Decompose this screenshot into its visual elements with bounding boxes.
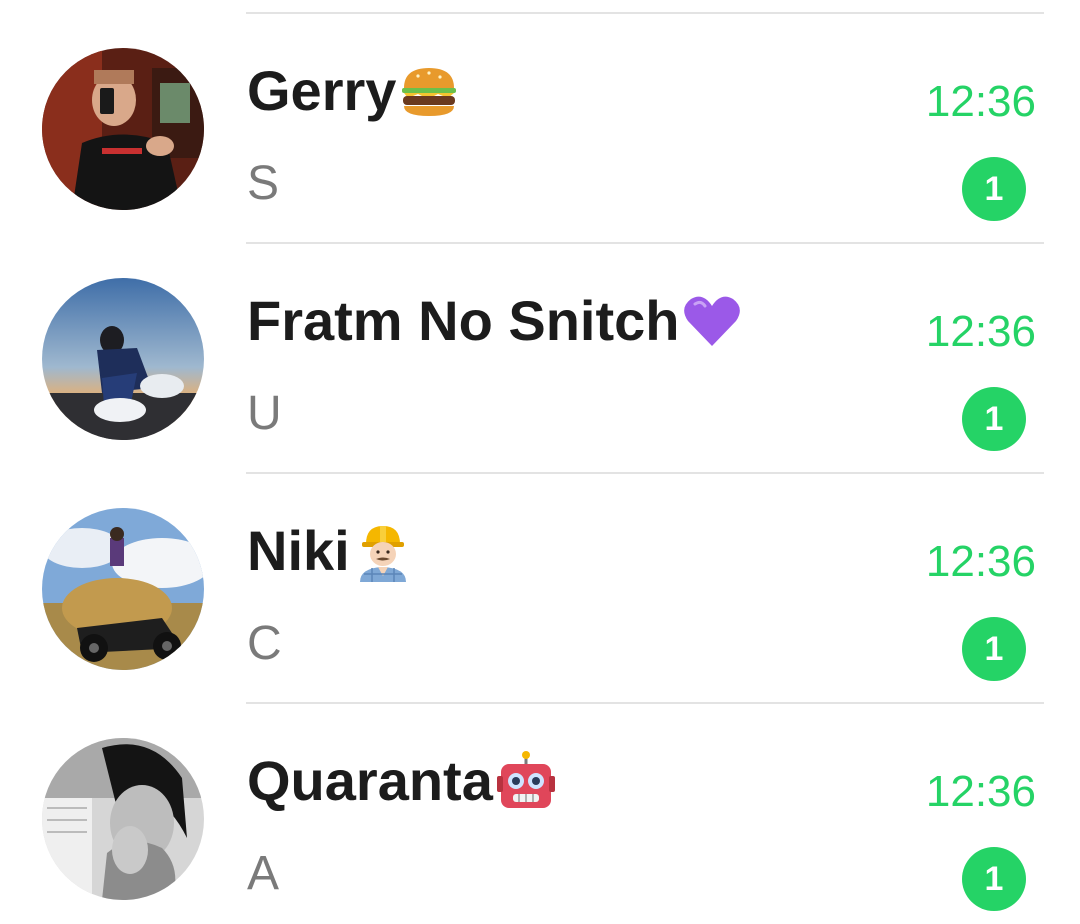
purple-heart-icon xyxy=(681,290,743,352)
chat-name: Fratm No Snitch xyxy=(247,288,743,354)
avatar-photo xyxy=(42,48,204,210)
robot-icon xyxy=(495,750,557,812)
unread-badge: 1 xyxy=(962,847,1026,911)
unread-badge: 1 xyxy=(962,387,1026,451)
avatar-photo xyxy=(42,738,204,900)
chat-name: Quaranta xyxy=(247,748,557,814)
chat-row-fratm-no-snitch[interactable]: Fratm No Snitch U 12:36 1 xyxy=(0,244,1080,474)
message-preview: S xyxy=(247,157,280,210)
chat-name-text: Quaranta xyxy=(247,749,493,812)
chat-name-text: Gerry xyxy=(247,59,397,122)
unread-badge: 1 xyxy=(962,157,1026,221)
avatar[interactable] xyxy=(42,738,204,900)
chat-row-gerry[interactable]: Gerry S 12:36 1 xyxy=(0,14,1080,244)
avatar-photo xyxy=(42,508,204,670)
construction-worker-icon xyxy=(352,520,414,582)
message-preview: A xyxy=(247,847,280,900)
unread-badge: 1 xyxy=(962,617,1026,681)
message-preview: U xyxy=(247,387,282,440)
avatar[interactable] xyxy=(42,278,204,440)
message-time: 12:36 xyxy=(925,307,1036,356)
message-time: 12:36 xyxy=(925,537,1036,586)
avatar[interactable] xyxy=(42,48,204,210)
chat-name: Niki xyxy=(247,518,414,584)
chat-row-niki[interactable]: Niki C 12:36 1 xyxy=(0,474,1080,704)
avatar[interactable] xyxy=(42,508,204,670)
message-time: 12:36 xyxy=(925,77,1036,126)
chat-list: Gerry S 12:36 1 Fratm No Snitch U 12:36 … xyxy=(0,0,1080,924)
chat-row-quaranta[interactable]: Quaranta A 12:36 1 xyxy=(0,704,1080,924)
chat-name: Gerry xyxy=(247,58,460,124)
message-preview: C xyxy=(247,617,282,670)
avatar-photo xyxy=(42,278,204,440)
chat-name-text: Niki xyxy=(247,519,350,582)
message-time: 12:36 xyxy=(925,767,1036,816)
hamburger-icon xyxy=(398,60,460,122)
chat-name-text: Fratm No Snitch xyxy=(247,289,680,352)
